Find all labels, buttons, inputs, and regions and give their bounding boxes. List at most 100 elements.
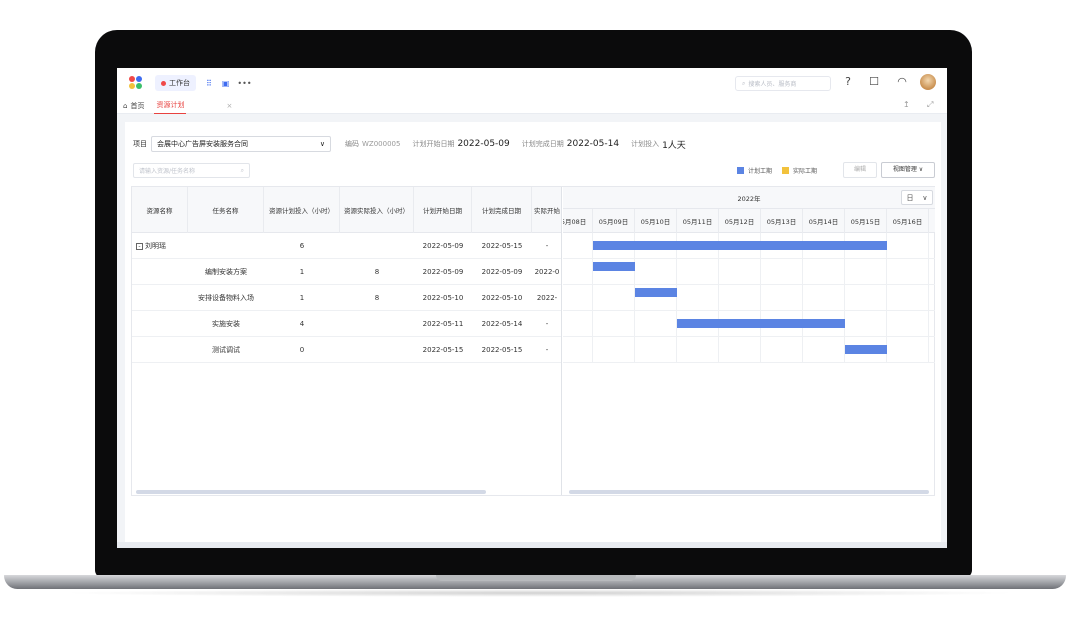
legend-actual-label: 实际工期	[793, 168, 818, 175]
gantt-scale-value: 日	[906, 193, 914, 202]
table-header: 资源名称 任务名称 资源计划投入（小时） 资源实际投入（小时） 计划开始日期 计…	[132, 187, 561, 233]
help-icon[interactable]: ?	[841, 75, 855, 89]
cell-plan-start: 2022-05-11	[414, 311, 472, 337]
message-icon[interactable]: ☐	[867, 75, 881, 89]
table-scrollbar[interactable]	[136, 490, 486, 494]
plan-input-value: 1人天	[662, 140, 686, 151]
cell-text: 2022-05-11	[422, 320, 464, 328]
search-icon: ⌕	[240, 166, 244, 174]
table-row[interactable]: - 刘明瑶 6 2022-05-09 2022-05-15-	[132, 233, 561, 259]
avatar[interactable]	[920, 74, 936, 90]
gantt-gridline	[718, 233, 719, 363]
cell-task: 安排设备物料入场	[188, 285, 264, 311]
cell-text: -	[545, 320, 549, 328]
more-icon[interactable]: •••	[237, 79, 251, 88]
laptop-notch	[436, 575, 636, 581]
cell-task	[188, 233, 264, 259]
tab-bar: ⌂ 首页 资源计划 × ↥ ⤢	[117, 98, 947, 114]
cell-text: 2022-05-09	[481, 268, 523, 276]
gantt-gridline	[802, 233, 803, 363]
resource-search-input[interactable]: 请输入资源/任务名称 ⌕	[133, 163, 250, 178]
gantt-actual-bar[interactable]	[635, 299, 677, 308]
gantt-year-label: 2022年	[737, 194, 761, 203]
col-resource[interactable]: 资源名称	[132, 187, 188, 233]
gantt-plan-bar[interactable]	[845, 345, 887, 354]
legend-plan-label: 计划工期	[748, 168, 773, 175]
global-search-placeholder: 搜索人员、服务商	[748, 81, 797, 88]
cell-text: 2022-05-15	[481, 346, 523, 354]
col-plan-end[interactable]: 计划完成日期	[472, 187, 532, 233]
legend-actual-swatch	[782, 167, 790, 174]
tab-resource-plan[interactable]: 资源计划	[154, 98, 187, 114]
cell-plan-end: 2022-05-14	[472, 311, 532, 337]
cell-actual-hours: 8	[340, 259, 414, 285]
gantt-gridline	[928, 233, 929, 363]
gantt-plan-bar[interactable]	[635, 288, 677, 297]
edit-button[interactable]: 编辑	[843, 162, 877, 178]
tab-close-icon[interactable]: ×	[226, 102, 232, 110]
table-row[interactable]: 编制安装方案 1 8 2022-05-09 2022-05-09 2022-0	[132, 259, 561, 285]
gantt-rowline	[563, 336, 935, 337]
col-actual-start[interactable]: 实际开始	[532, 187, 561, 233]
gantt-actual-bar[interactable]	[593, 273, 635, 282]
cell-actual-start: 2022-0	[532, 259, 561, 285]
headset-icon[interactable]: ◠	[895, 75, 909, 89]
gantt-plan-bar[interactable]	[593, 262, 635, 271]
plan-end-label: 计划完成日期	[521, 140, 564, 148]
gantt-day: 05月10日	[635, 209, 677, 233]
collapse-icon[interactable]: -	[136, 242, 143, 250]
gantt-gridline	[592, 233, 593, 363]
gantt-chart: 2022年 日 ∨ 05月08日05月09日05月10日05月11日05月12日…	[563, 187, 935, 495]
cell-resource	[132, 311, 188, 337]
tab-home-label: 首页	[130, 101, 145, 110]
gantt-day: 05月16日	[887, 209, 929, 233]
tab-resource-plan-label: 资源计划	[156, 101, 185, 109]
cell-text: 2022-05-10	[422, 294, 464, 302]
gantt-scale-select[interactable]: 日 ∨	[901, 190, 933, 205]
col-plan-hours[interactable]: 资源计划投入（小时）	[264, 187, 340, 233]
cell-plan-start: 2022-05-09	[414, 259, 472, 285]
cell-actual-start: -	[532, 311, 561, 337]
cell-task: 测试调试	[188, 337, 264, 363]
gantt-plan-bar[interactable]	[677, 319, 845, 328]
table-row[interactable]: 安排设备物料入场 1 8 2022-05-10 2022-05-10 2022-	[132, 285, 561, 311]
gantt-scrollbar[interactable]	[569, 490, 929, 494]
view-manage-button[interactable]: 视图管理 ∨	[881, 162, 935, 178]
cell-resource	[132, 285, 188, 311]
fullscreen-icon[interactable]: ⤢	[927, 100, 933, 110]
gantt-gridline	[886, 233, 887, 363]
col-actual-hours[interactable]: 资源实际投入（小时）	[340, 187, 414, 233]
gantt-plan-bar[interactable]	[593, 241, 887, 250]
gantt-gridline	[844, 233, 845, 363]
cell-plan-hours: 1	[264, 285, 340, 311]
cell-text: 2022-05-10	[481, 294, 523, 302]
app-logo-icon[interactable]	[129, 76, 143, 90]
global-search-input[interactable]: ⌕ 搜索人员、服务商	[735, 76, 831, 91]
cell-plan-start: 2022-05-10	[414, 285, 472, 311]
project-select[interactable]: 会展中心广告屏安装服务合同 ∨	[151, 136, 331, 152]
table-row[interactable]: 测试调试 0 2022-05-15 2022-05-15 -	[132, 337, 561, 363]
cell-text: 8	[374, 268, 380, 276]
cell-plan-start: 2022-05-09	[414, 233, 472, 259]
plan-input-label: 计划投入	[631, 140, 660, 148]
cell-text: -	[545, 242, 549, 250]
apps-grid-icon[interactable]: ⠿	[206, 79, 212, 88]
gantt-legend: 计划工期 实际工期	[737, 166, 817, 175]
col-plan-start[interactable]: 计划开始日期	[414, 187, 472, 233]
window-icon[interactable]: ▣	[222, 79, 230, 88]
main-panel: 项目 会展中心广告屏安装服务合同 ∨ 编码 WZ000005 计划开始日期 20…	[125, 122, 941, 542]
table-row[interactable]: 实施安装 4 2022-05-11 2022-05-14 -	[132, 311, 561, 337]
resource-table: 资源名称 任务名称 资源计划投入（小时） 资源实际投入（小时） 计划开始日期 计…	[132, 187, 562, 495]
cell-plan-end: 2022-05-10	[472, 285, 532, 311]
cell-text: 2022-05-15	[422, 346, 464, 354]
tab-home[interactable]: ⌂ 首页	[123, 101, 144, 111]
cell-plan-end: 2022-05-09	[472, 259, 532, 285]
cell-actual-hours: 8	[340, 285, 414, 311]
cell-text: 编制安装方案	[205, 268, 247, 276]
col-task[interactable]: 任务名称	[188, 187, 264, 233]
upload-icon[interactable]: ↥	[903, 100, 910, 109]
search-icon: ⌕	[742, 79, 746, 87]
workbench-tab[interactable]: 工作台	[155, 75, 196, 91]
gantt-gridline	[676, 233, 677, 363]
chevron-down-icon: ∨	[922, 193, 928, 202]
